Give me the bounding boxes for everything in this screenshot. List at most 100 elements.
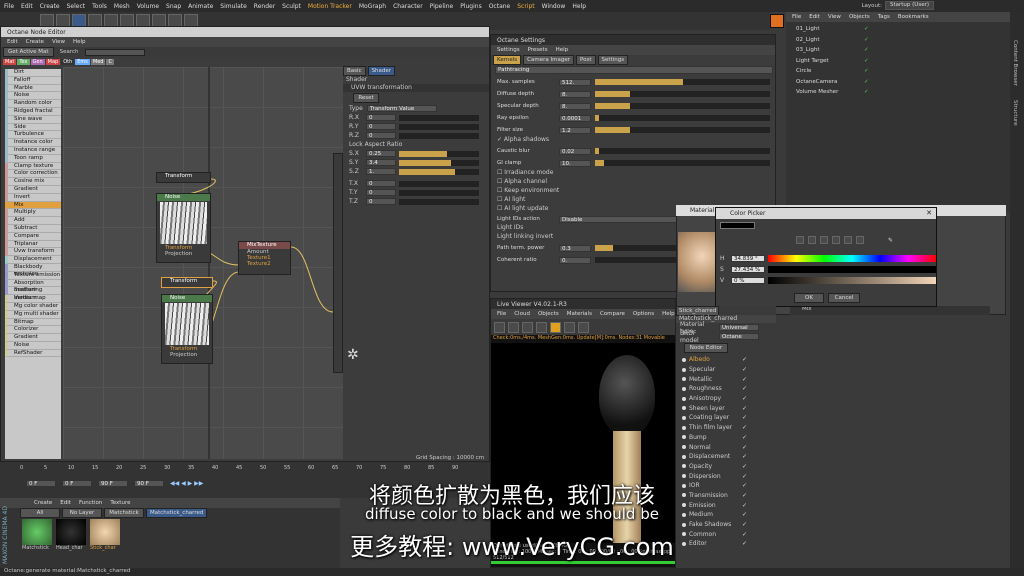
rotation-row-slider[interactable] xyxy=(399,114,479,121)
node-list-item[interactable]: Uvw transform xyxy=(5,248,61,257)
node-list-item[interactable]: RefShader xyxy=(5,349,61,358)
translation-row-slider[interactable] xyxy=(399,189,479,196)
node-list-item[interactable]: Multiply xyxy=(5,209,61,218)
transform-node-2[interactable]: Transform xyxy=(161,277,213,288)
reset-button[interactable]: Reset xyxy=(353,93,379,103)
menu-mograph[interactable]: MoGraph xyxy=(359,3,386,10)
value-field[interactable]: 0 % xyxy=(731,277,765,284)
node-tab-map[interactable]: Map xyxy=(45,58,61,65)
settings-tab-camera-imager[interactable]: Camera Imager xyxy=(523,54,574,65)
setting-value[interactable]: 0.3 xyxy=(559,244,591,252)
noise-node-1[interactable]: Noise Transform Projection xyxy=(156,193,211,263)
rotation-row-field[interactable]: 0 xyxy=(366,114,396,121)
menu-pipeline[interactable]: Pipeline xyxy=(430,3,453,10)
octane-settings-menu-help[interactable]: Help xyxy=(556,47,569,53)
menu-window[interactable]: Window xyxy=(542,3,566,10)
channel-check[interactable]: ✓ xyxy=(742,366,747,373)
node-list-item[interactable]: Noise xyxy=(5,92,61,101)
menu-sculpt[interactable]: Sculpt xyxy=(282,3,301,10)
scale-row-slider[interactable] xyxy=(399,159,479,166)
node-tab-tex[interactable]: Tex xyxy=(17,58,30,65)
node-tab-ems[interactable]: Ems xyxy=(75,58,90,65)
node-list-item[interactable]: Absorption medium xyxy=(5,279,61,293)
object-item[interactable]: 01_Light ✓ xyxy=(786,24,1010,35)
setting-slider[interactable] xyxy=(595,148,770,154)
ok-button[interactable]: OK xyxy=(794,293,824,303)
live-viewer-menu-objects[interactable]: Objects xyxy=(538,311,559,317)
object-item[interactable]: Light Target ✓ xyxy=(786,56,1010,67)
mode-icon[interactable] xyxy=(796,236,804,244)
setting-value[interactable]: 8. xyxy=(559,90,591,98)
rotation-row-slider[interactable] xyxy=(399,132,479,139)
content-browser-tab[interactable]: Content Browser xyxy=(1012,40,1018,86)
node-list-item[interactable]: Marble xyxy=(5,84,61,93)
octane-settings-menu-settings[interactable]: Settings xyxy=(497,47,520,53)
object-item[interactable]: Circle ✓ xyxy=(786,66,1010,77)
object-item[interactable]: Volume Mesher ✓ xyxy=(786,87,1010,98)
node-graph[interactable] xyxy=(63,67,343,459)
mode-icon[interactable] xyxy=(856,236,864,244)
node-list-item[interactable]: Cosine mix xyxy=(5,178,61,186)
brdf-dropdown[interactable]: Octane xyxy=(719,333,759,340)
channel-check[interactable]: ✓ xyxy=(742,434,747,441)
channel-check[interactable]: ✓ xyxy=(742,405,747,412)
setting-value[interactable]: 0. xyxy=(559,256,591,264)
cancel-button[interactable]: Cancel xyxy=(828,293,860,303)
transform-node-1[interactable]: Transform xyxy=(156,172,211,183)
scale-row-field[interactable]: 0.25 xyxy=(366,150,396,157)
menu-simulate[interactable]: Simulate xyxy=(220,3,247,10)
node-list-item[interactable]: Texture emission xyxy=(5,271,61,280)
material-channel[interactable]: Bump ✓ xyxy=(676,433,776,443)
node-list-item[interactable]: Mg color shader xyxy=(5,302,61,311)
noise-node-2[interactable]: Noise Transform Projection xyxy=(161,294,213,364)
node-list-item[interactable]: Turbulence xyxy=(5,131,61,140)
setting-checkbox[interactable]: ☐ Alpha channel xyxy=(497,178,775,187)
mixtexture-node[interactable]: MixTexture Amount Texture1 Texture2 xyxy=(238,241,291,275)
node-list-item[interactable]: Random color xyxy=(5,100,61,108)
node-list-item[interactable]: Compare xyxy=(5,232,61,241)
object-item[interactable]: OctaneCamera ✓ xyxy=(786,77,1010,88)
setting-checkbox[interactable]: ☐ Keep environment xyxy=(497,187,775,196)
menu-octane[interactable]: Octane xyxy=(489,3,511,10)
channel-check[interactable]: ✓ xyxy=(742,463,747,470)
close-icon[interactable]: ✕ xyxy=(926,209,932,217)
node-editor-button[interactable]: Node Editor xyxy=(684,343,728,353)
setting-slider[interactable] xyxy=(595,160,770,166)
node-list-item[interactable]: Add xyxy=(5,217,61,225)
menu-mesh[interactable]: Mesh xyxy=(114,3,130,10)
channel-check[interactable]: ✓ xyxy=(742,414,747,421)
scale-row-field[interactable]: 1. xyxy=(366,168,396,175)
node-list-item[interactable]: Dirt xyxy=(5,69,61,77)
kernel-dropdown[interactable]: Pathtracing xyxy=(495,66,773,74)
material-channel[interactable]: Normal ✓ xyxy=(676,442,776,452)
restart-icon[interactable] xyxy=(508,321,519,333)
node-list-item[interactable]: Gradient xyxy=(5,334,61,342)
live-viewer-menu-compare[interactable]: Compare xyxy=(600,311,625,317)
channel-check[interactable]: ✓ xyxy=(742,444,747,451)
hue-slider[interactable] xyxy=(768,255,936,262)
pick-icon[interactable] xyxy=(578,321,589,333)
eyedropper-icon[interactable]: ✎ xyxy=(888,237,893,244)
menu-animate[interactable]: Animate xyxy=(188,3,213,10)
setting-slider[interactable] xyxy=(595,127,770,133)
settings-tab-kernels[interactable]: Kernels xyxy=(493,54,522,65)
node-list-item[interactable]: Sine wave xyxy=(5,115,61,124)
node-tab-med[interactable]: Med xyxy=(90,58,106,65)
node-list-item[interactable]: Instance range xyxy=(5,146,61,155)
menu-character[interactable]: Character xyxy=(393,3,423,10)
setting-slider[interactable] xyxy=(595,103,770,109)
objects-menu-bookmarks[interactable]: Bookmarks xyxy=(898,14,929,20)
live-viewer-menu-options[interactable]: Options xyxy=(633,311,654,317)
octane-settings-menu-presets[interactable]: Presets xyxy=(528,47,548,53)
node-editor-menu-view[interactable]: View xyxy=(52,39,65,45)
scale-row-field[interactable]: 3.4 xyxy=(366,159,396,166)
menu-edit[interactable]: Edit xyxy=(21,3,33,10)
setting-checkbox[interactable]: ☐ Irradiance mode xyxy=(497,169,775,178)
region-icon[interactable] xyxy=(564,321,575,333)
setting-checkbox[interactable]: ☐ AI light xyxy=(497,196,775,205)
alpha-shadows-checkbox[interactable]: ✓ Alpha shadows xyxy=(497,136,775,145)
get-active-mat-button[interactable]: Get Active Mat xyxy=(3,47,54,57)
rotation-row-field[interactable]: 0 xyxy=(366,132,396,139)
translation-row-field[interactable]: 0 xyxy=(366,180,396,187)
channel-check[interactable]: ✓ xyxy=(742,385,747,392)
